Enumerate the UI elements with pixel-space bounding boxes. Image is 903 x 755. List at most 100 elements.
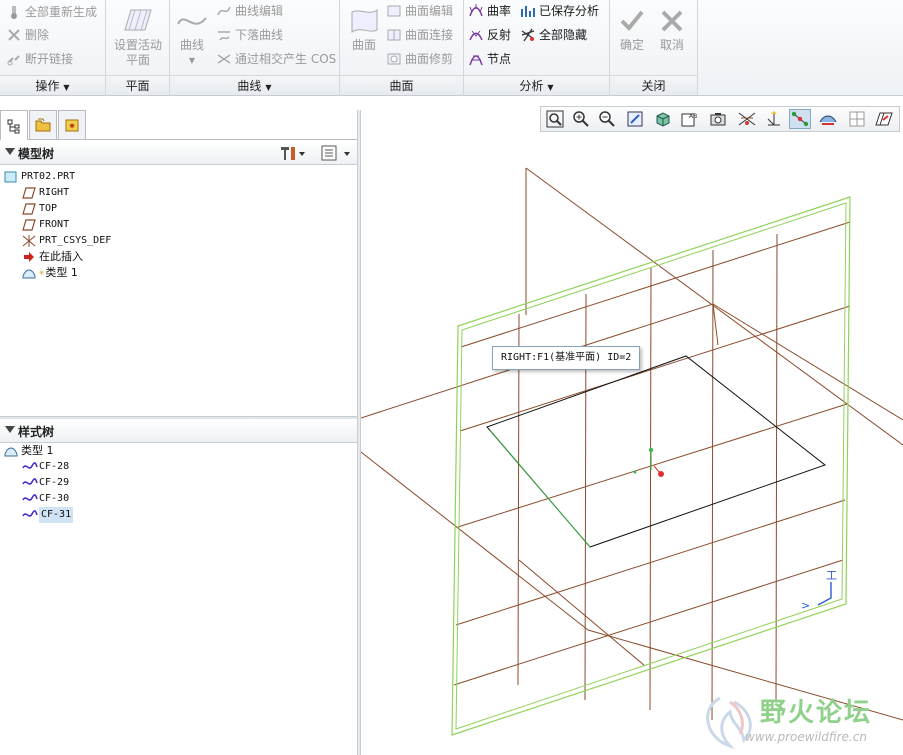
chevron-down-icon: ▼: [265, 83, 272, 92]
surface-button[interactable]: 曲面: [344, 6, 384, 53]
curve-icon: [22, 508, 38, 522]
curve-label: 曲线: [179, 38, 204, 52]
datum-plane-top-front-edge: [360, 451, 589, 631]
csys-display-button[interactable]: [763, 109, 785, 129]
ok-button[interactable]: 确定: [614, 6, 650, 53]
plane-display-button[interactable]: [873, 109, 895, 129]
cancel-button[interactable]: 取消: [654, 6, 690, 53]
surface-connect-icon: [386, 27, 402, 43]
curvature-label: 曲率: [487, 4, 512, 18]
repaint-button[interactable]: [624, 109, 646, 129]
surface-trim-label: 曲面修剪: [405, 52, 454, 66]
refit-icon: [546, 110, 564, 128]
curve-icon: [175, 6, 209, 36]
tree-item-label: PRT_CSYS_DEF: [39, 235, 112, 246]
zoom-out-button[interactable]: [596, 109, 618, 129]
intersect-cos-button[interactable]: 通过相交产生 COS: [216, 49, 336, 69]
node-button[interactable]: 节点: [468, 49, 511, 69]
tree-item-label: FRONT: [39, 219, 70, 230]
graphics-viewport[interactable]: 工 >: [360, 132, 903, 755]
tree-item-style-feature[interactable]: ✳ 类型 1: [22, 265, 78, 281]
tab-folder-browser[interactable]: [29, 110, 57, 139]
node-icon: [468, 51, 484, 67]
tab-model-tree[interactable]: [0, 110, 28, 140]
tree-item-part[interactable]: PRT02.PRT: [4, 169, 75, 185]
style-tree-root[interactable]: 类型 1: [4, 443, 54, 459]
break-link-button[interactable]: 断开链接: [6, 49, 73, 69]
intersect-cos-label: 通过相交产生 COS: [235, 52, 337, 66]
tab-favorites[interactable]: ✷: [58, 110, 86, 139]
group-curve-label: 曲线: [237, 79, 262, 93]
close-icon: [657, 6, 687, 36]
datum-plane-left-slope: [518, 559, 646, 667]
delete-button[interactable]: 删除: [6, 25, 49, 45]
view-manager-button[interactable]: [707, 109, 729, 129]
sketch-curve-rectangle[interactable]: [486, 355, 827, 548]
set-active-plane-button[interactable]: 设置活动平面: [110, 6, 166, 68]
style-tree-item-cf29[interactable]: CF-29: [22, 475, 69, 491]
surface-connect-button[interactable]: 曲面连接: [386, 25, 453, 45]
surface-grid-lines: [453, 221, 851, 686]
zoom-in-button[interactable]: [570, 109, 592, 129]
tree-item-top[interactable]: TOP: [22, 201, 57, 217]
style-tree-item-cf28[interactable]: CF-28: [22, 459, 69, 475]
surface-trim-icon: [386, 51, 402, 67]
drop-curve-button[interactable]: 下落曲线: [216, 25, 283, 45]
tree-item-label: CF-28: [39, 461, 70, 472]
tree-item-insert-here[interactable]: 在此插入: [22, 249, 83, 265]
collapse-icon[interactable]: [5, 426, 15, 433]
style-tree: 类型 1 CF-28 CF-29 CF-30 CF-31: [0, 442, 358, 742]
curvature-button[interactable]: 曲率: [468, 1, 511, 21]
csys-label-x: >: [801, 599, 810, 612]
tree-item-label: CF-30: [39, 493, 70, 504]
style-tree-item-cf31[interactable]: CF-31: [22, 507, 74, 523]
drop-curve-icon: [216, 27, 232, 43]
saved-analysis-button[interactable]: 已保存分析: [520, 1, 599, 21]
tree-item-front[interactable]: FRONT: [22, 217, 69, 233]
collapse-icon[interactable]: [5, 148, 15, 155]
tree-item-right[interactable]: RIGHT: [22, 185, 69, 201]
display-style-button[interactable]: [652, 109, 674, 129]
zoom-out-icon: [599, 111, 615, 127]
zoom-in-icon: [573, 111, 589, 127]
arrow-right-icon: [22, 250, 36, 264]
style-tree-header: 样式树: [0, 419, 358, 443]
settings-icon[interactable]: [320, 144, 354, 165]
tree-item-label: RIGHT: [39, 187, 70, 198]
datum-display-button[interactable]: [736, 109, 758, 129]
group-operations-dropdown[interactable]: 操作 ▼: [0, 75, 105, 95]
style-tree-title: 样式树: [18, 425, 55, 439]
curve-edit-button[interactable]: 曲线编辑: [216, 1, 283, 21]
drop-curve-label: 下落曲线: [235, 28, 284, 42]
point-display-button[interactable]: [789, 109, 811, 129]
csys-icon: [22, 234, 36, 248]
group-plane: 设置活动平面 平面: [106, 0, 170, 96]
tree-item-csys[interactable]: PRT_CSYS_DEF: [22, 233, 111, 249]
curve-button[interactable]: 曲线 ▼: [172, 6, 212, 68]
style-feature-icon: [22, 266, 36, 280]
surface-trim-button[interactable]: 曲面修剪: [386, 49, 453, 69]
group-curve-dropdown[interactable]: 曲线 ▼: [170, 75, 339, 95]
axis-green-line: [489, 429, 591, 548]
chevron-down-icon: ▼: [63, 83, 70, 92]
surface-edit-button[interactable]: 曲面编辑: [386, 1, 453, 21]
group-curve: 曲线 ▼ 曲线编辑 下落曲线 通过相交产生 COS 曲线 ▼: [170, 0, 340, 96]
tools-icon[interactable]: [278, 144, 306, 165]
saved-orientations-button[interactable]: AB: [679, 109, 701, 129]
cancel-label: 取消: [659, 38, 684, 52]
green-datum-point[interactable]: [648, 447, 654, 453]
refit-button[interactable]: [544, 109, 566, 129]
spin-center-button[interactable]: [846, 109, 868, 129]
group-analysis-dropdown[interactable]: 分析 ▼: [464, 75, 609, 95]
annotation-display-button[interactable]: [817, 109, 839, 129]
group-plane-label: 平面: [125, 79, 150, 93]
datum-plane-front[interactable]: [525, 167, 903, 446]
curve-icon: [22, 492, 38, 506]
reflection-button[interactable]: 反射: [468, 25, 511, 45]
style-tree-item-cf30[interactable]: CF-30: [22, 491, 69, 507]
model-tree: PRT02.PRT RIGHT TOP FRONT PRT_CSYS_DEF 在…: [0, 168, 358, 413]
regenerate-all-button[interactable]: 全部重新生成: [6, 2, 97, 22]
group-close: 确定 取消 关闭: [610, 0, 698, 96]
node-label: 节点: [487, 52, 512, 66]
hide-all-button[interactable]: 全部隐藏: [520, 25, 587, 45]
